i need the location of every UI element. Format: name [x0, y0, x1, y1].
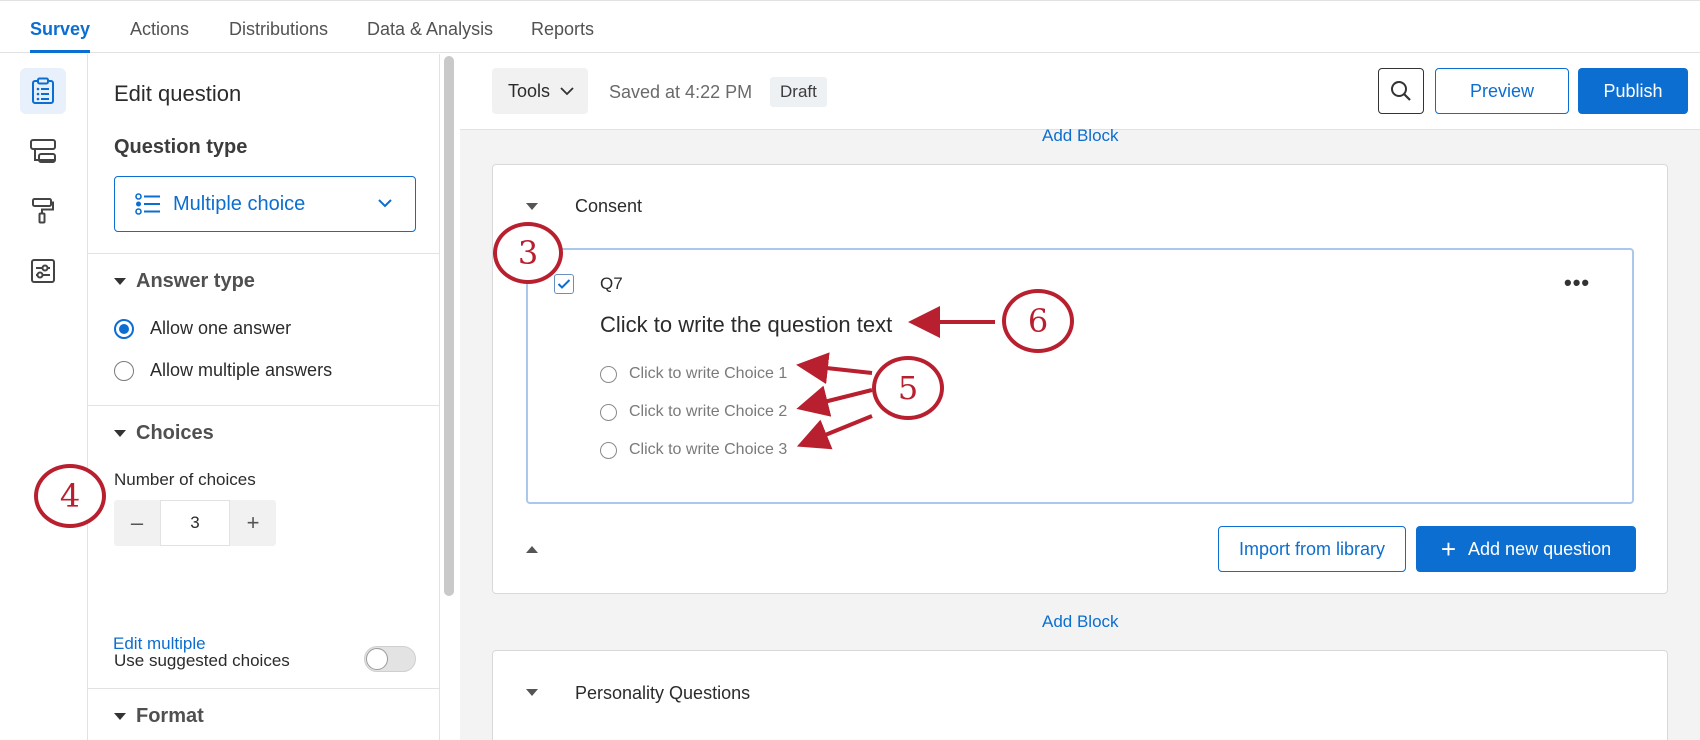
answer-type-section[interactable]: Answer type [114, 270, 255, 293]
allow-one-answer-label: Allow one answer [150, 318, 292, 338]
format-label: Format [136, 705, 204, 727]
plus-icon: + [1440, 534, 1457, 564]
toggle-knob [366, 648, 388, 670]
publish-button[interactable]: Publish [1578, 68, 1688, 114]
divider [88, 253, 440, 254]
allow-one-answer-option[interactable]: Allow one answer [114, 318, 291, 339]
choice-1-text[interactable]: Click to write Choice 1 [629, 365, 787, 383]
tab-actions[interactable]: Actions [130, 19, 189, 40]
caret-down-icon [114, 278, 126, 285]
add-block-link-bottom[interactable]: Add Block [1042, 612, 1119, 632]
more-options-icon[interactable]: ••• [1564, 270, 1590, 296]
panel-scrollbar[interactable] [444, 56, 454, 596]
check-icon [557, 279, 571, 289]
list-icon [135, 193, 160, 215]
choice-2-text[interactable]: Click to write Choice 2 [629, 403, 787, 421]
callout-3: 3 [493, 222, 563, 284]
number-of-choices-stepper: – 3 + [114, 500, 276, 546]
caret-down-icon [114, 713, 126, 720]
block-title-personality-questions[interactable]: Personality Questions [575, 683, 750, 704]
callout-4: 4 [34, 464, 106, 528]
block-title-consent[interactable]: Consent [575, 196, 642, 217]
allow-multiple-answers-option[interactable]: Allow multiple answers [114, 360, 332, 381]
collapse-up-icon[interactable] [526, 546, 538, 553]
radio-unselected-icon [600, 403, 617, 421]
question-type-select[interactable]: Multiple choice [114, 176, 416, 232]
divider [88, 688, 440, 689]
collapse-block-icon[interactable] [526, 203, 538, 210]
editor-toolbar: Tools Saved at 4:22 PM Draft Preview Pub… [460, 54, 1700, 130]
radio-unselected-icon[interactable] [114, 360, 134, 381]
divider [88, 405, 440, 406]
choice-1[interactable]: Click to write Choice 1 [600, 365, 787, 383]
caret-down-icon [114, 430, 126, 437]
choices-label: Choices [136, 422, 214, 444]
choices-section[interactable]: Choices [114, 422, 214, 445]
tab-survey[interactable]: Survey [30, 19, 90, 40]
top-navigation: Survey Actions Distributions Data & Anal… [0, 0, 1700, 53]
tools-label: Tools [508, 80, 551, 101]
saved-status: Saved at 4:22 PM [609, 82, 753, 102]
survey-options-icon[interactable] [20, 248, 66, 294]
answer-type-label: Answer type [136, 270, 255, 292]
import-from-library-button[interactable]: Import from library [1218, 526, 1406, 572]
use-suggested-choices-label: Use suggested choices [114, 651, 290, 670]
question-text[interactable]: Click to write the question text [600, 312, 892, 338]
format-section[interactable]: Format [114, 705, 204, 728]
active-tab-indicator [30, 50, 90, 53]
survey-clipboard-icon[interactable] [20, 68, 66, 114]
use-suggested-choices-toggle[interactable] [364, 646, 416, 672]
radio-unselected-icon [600, 365, 617, 383]
panel-title: Edit question [114, 81, 242, 106]
edit-question-panel: Edit question Question type Multiple cho… [88, 54, 440, 740]
chevron-down-icon [560, 87, 574, 96]
radio-selected-icon[interactable] [114, 318, 134, 339]
survey-flow-icon[interactable] [20, 128, 66, 174]
question-type-value: Multiple choice [173, 192, 306, 215]
question-type-label: Question type [114, 136, 248, 158]
increment-button[interactable]: + [230, 500, 276, 546]
tab-reports[interactable]: Reports [531, 19, 594, 40]
number-of-choices-label: Number of choices [114, 470, 256, 489]
number-of-choices-value[interactable]: 3 [160, 500, 230, 546]
icon-rail [0, 54, 88, 740]
draft-badge: Draft [770, 77, 827, 107]
search-icon [1391, 81, 1411, 101]
tab-data-analysis[interactable]: Data & Analysis [367, 19, 493, 40]
callout-5: 5 [872, 356, 944, 420]
survey-editor: Survey Actions Distributions Data & Anal… [0, 0, 1700, 740]
preview-button[interactable]: Preview [1435, 68, 1569, 114]
add-block-link-top[interactable]: Add Block [1042, 126, 1119, 146]
question-q7[interactable]: Q7 ••• Click to write the question text … [526, 248, 1634, 504]
radio-unselected-icon [600, 441, 617, 459]
tools-button[interactable]: Tools [492, 68, 588, 114]
choice-2[interactable]: Click to write Choice 2 [600, 403, 787, 421]
tab-distributions[interactable]: Distributions [229, 19, 328, 40]
callout-6: 6 [1002, 289, 1074, 353]
search-button[interactable] [1378, 68, 1424, 114]
choice-3-text[interactable]: Click to write Choice 3 [629, 441, 787, 459]
look-and-feel-paint-icon[interactable] [20, 188, 66, 234]
decrement-button[interactable]: – [114, 500, 160, 546]
choice-3[interactable]: Click to write Choice 3 [600, 441, 787, 459]
question-select-checkbox[interactable] [554, 274, 574, 294]
add-new-question-button[interactable]: + Add new question [1416, 526, 1636, 572]
add-new-question-label: Add new question [1468, 538, 1612, 559]
allow-multiple-answers-label: Allow multiple answers [150, 360, 333, 380]
question-number: Q7 [600, 274, 623, 293]
collapse-block-icon[interactable] [526, 689, 538, 696]
chevron-down-icon [378, 199, 392, 208]
